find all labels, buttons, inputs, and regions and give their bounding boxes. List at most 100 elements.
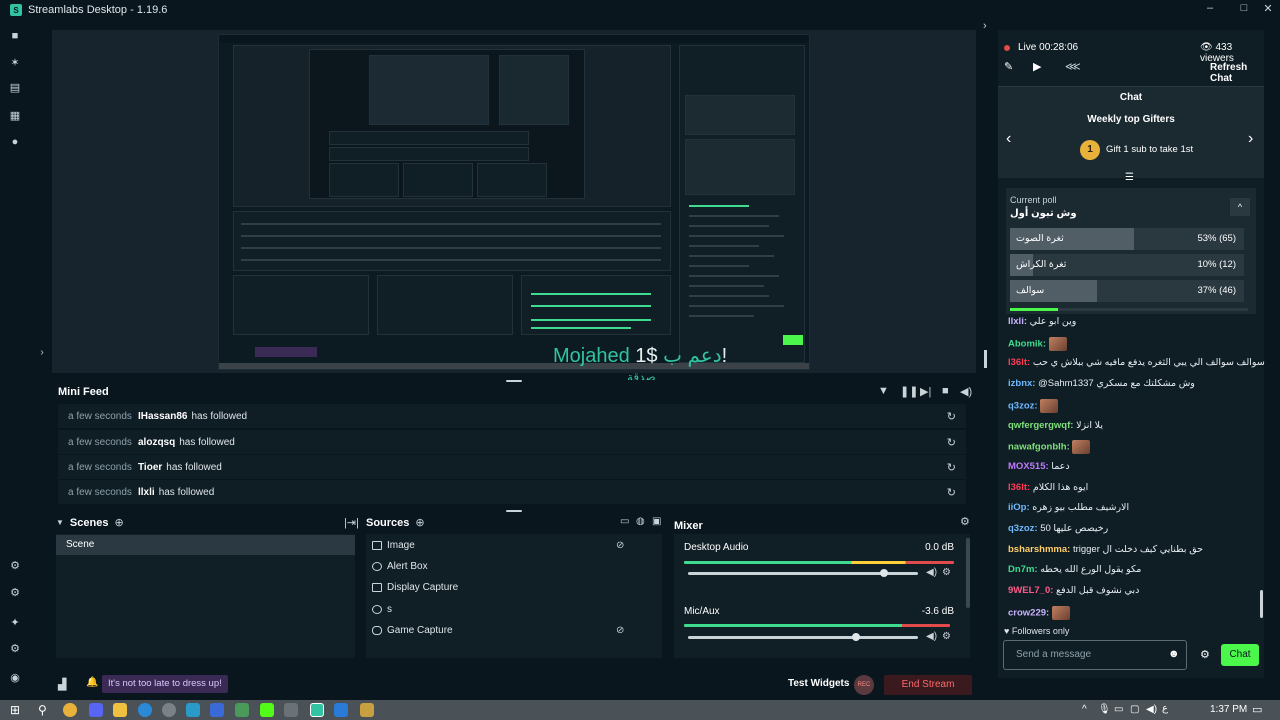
scene-transitions-icon[interactable]: |⇥| [344, 516, 359, 529]
chat-username[interactable]: 9WEL7_0: [1008, 585, 1053, 596]
store-icon[interactable]: ▤ [9, 82, 21, 94]
edge-icon[interactable] [138, 703, 152, 717]
chat-username[interactable]: bsharshmma: [1008, 544, 1070, 555]
chat-username[interactable]: q3zoz: [1008, 523, 1038, 534]
rec-button[interactable]: REC [854, 675, 874, 695]
app-icon[interactable] [360, 703, 374, 717]
prev-arrow-icon[interactable]: ‹ [1006, 130, 1011, 148]
chat-username[interactable]: MOX515: [1008, 461, 1049, 472]
media-icon[interactable]: ▦ [9, 110, 21, 122]
volume-slider-knob[interactable] [879, 569, 888, 577]
kick-icon[interactable] [260, 703, 274, 717]
start-icon[interactable]: ⊞ [10, 703, 20, 717]
track-settings-icon[interactable]: ⚙ [942, 631, 951, 642]
visibility-hidden-icon[interactable]: ⊘ [616, 540, 624, 551]
language-indicator[interactable]: ع [1162, 703, 1168, 714]
source-filters-icon[interactable]: ▣ [652, 516, 661, 527]
end-stream-button[interactable]: End Stream [884, 675, 972, 695]
mute-icon[interactable]: ■ [942, 385, 949, 397]
maximize-button[interactable]: □ [1234, 2, 1254, 14]
file-explorer-icon[interactable] [113, 703, 127, 717]
highlighter-icon[interactable]: ✦ [9, 617, 21, 629]
visibility-hidden-icon[interactable]: ⊘ [616, 625, 624, 636]
share-icon[interactable]: ⋘ [1065, 60, 1081, 73]
performance-icon[interactable]: ▟ [58, 678, 66, 691]
speaker-tray-icon[interactable]: ◀) [1146, 704, 1157, 715]
source-item[interactable]: s [372, 604, 392, 615]
editor-icon[interactable]: ■ [9, 30, 21, 42]
source-item[interactable]: Game Capture [372, 625, 453, 636]
notification-tip[interactable]: It's not too late to dress up! [102, 675, 228, 693]
chat-username[interactable]: nawafgonblh: [1008, 442, 1070, 453]
track-settings-icon[interactable]: ⚙ [942, 567, 951, 578]
chat-settings-icon[interactable]: ⚙ [1200, 648, 1210, 661]
chat-input[interactable]: Send a message ☻ [1003, 640, 1187, 670]
chrome-icon[interactable] [63, 703, 77, 717]
minimize-button[interactable]: – [1200, 2, 1220, 14]
filter-icon[interactable]: ▼ [878, 385, 889, 397]
dashboard-icon[interactable]: ▶ [1033, 60, 1041, 73]
collapse-poll-icon[interactable]: ^ [1230, 198, 1250, 216]
tray-chevron-icon[interactable]: ^ [1082, 704, 1087, 715]
right-panel-resize-handle[interactable] [984, 350, 987, 368]
source-item[interactable]: Display Capture [372, 582, 458, 593]
repeat-alert-icon[interactable]: ↻ [947, 410, 956, 423]
repeat-alert-icon[interactable]: ↻ [947, 461, 956, 474]
clock[interactable]: 1:37 PM [1210, 704, 1247, 715]
mixer-settings-icon[interactable]: ⚙ [960, 515, 970, 528]
network-icon[interactable]: ▢ [1130, 704, 1139, 715]
chat-username[interactable]: I36lt: [1008, 357, 1030, 368]
chat-username[interactable]: I36lt: [1008, 482, 1030, 493]
chat-username[interactable]: Abomik: [1008, 338, 1046, 349]
chat-username[interactable]: iiOp: [1008, 502, 1030, 513]
expand-gifters-icon[interactable]: ☰ [1125, 172, 1134, 183]
notifications-icon[interactable]: ▭ [1252, 703, 1262, 716]
vscode-icon[interactable] [334, 703, 348, 717]
source-item[interactable]: Image [372, 540, 415, 551]
collapse-chevron-icon[interactable]: ▼ [56, 518, 64, 527]
resize-handle[interactable] [506, 510, 522, 512]
layout-icon[interactable]: ⚙ [9, 560, 21, 572]
expand-chevron-icon[interactable]: › [36, 347, 48, 359]
app-icon[interactable] [284, 703, 298, 717]
repeat-alert-icon[interactable]: ↻ [947, 486, 956, 499]
source-item[interactable]: Alert Box [372, 561, 428, 572]
speaker-icon[interactable]: ◀) [926, 631, 937, 642]
edit-stream-info-icon[interactable]: ✎ [1004, 60, 1013, 73]
close-button[interactable]: ✕ [1258, 2, 1278, 15]
scene-item[interactable]: Scene [56, 535, 355, 555]
resize-handle[interactable] [506, 380, 522, 382]
add-scene-icon[interactable]: ⊕ [114, 516, 123, 529]
app-icon[interactable] [235, 703, 249, 717]
skip-icon[interactable]: ▶| [920, 385, 931, 398]
discord-icon[interactable] [89, 703, 103, 717]
volume-slider[interactable] [688, 636, 918, 639]
microphone-icon[interactable]: 🎙 [1098, 704, 1111, 715]
volume-slider-knob[interactable] [851, 633, 860, 641]
volume-icon[interactable]: ◀) [960, 385, 972, 398]
mixer-scrollbar[interactable] [966, 538, 970, 608]
add-source-icon[interactable]: ⊕ [415, 516, 424, 529]
studio-mode-icon[interactable]: ⚙ [9, 587, 21, 599]
pause-icon[interactable]: ❚❚ [900, 385, 918, 398]
editor-preview[interactable]: Mojahed دعم ب $1! صدقة [52, 30, 976, 384]
themes-icon[interactable]: ✶ [9, 57, 21, 69]
settings-icon[interactable]: ⚙ [9, 643, 21, 655]
play-icon[interactable]: ● [9, 136, 21, 148]
repeat-alert-icon[interactable]: ↻ [947, 436, 956, 449]
app-icon[interactable] [210, 703, 224, 717]
app-icon[interactable] [186, 703, 200, 717]
chat-username[interactable]: crow229: [1008, 607, 1049, 618]
search-icon[interactable]: ⚲ [38, 703, 47, 717]
chat-username[interactable]: llxli: [1008, 316, 1027, 327]
speaker-icon[interactable]: ◀) [926, 567, 937, 578]
streamlabs-taskbar-icon[interactable] [310, 703, 324, 717]
refresh-chat-button[interactable]: Refresh Chat [1210, 62, 1264, 84]
source-group-icon[interactable]: ◍ [636, 516, 645, 527]
notification-icon[interactable]: 🔔 [86, 677, 98, 688]
profile-icon[interactable]: ◉ [9, 672, 21, 684]
chat-username[interactable]: izbnx: [1008, 378, 1035, 389]
next-arrow-icon[interactable]: › [1248, 130, 1253, 148]
send-chat-button[interactable]: Chat [1221, 644, 1259, 666]
source-folder-icon[interactable]: ▭ [620, 516, 629, 527]
